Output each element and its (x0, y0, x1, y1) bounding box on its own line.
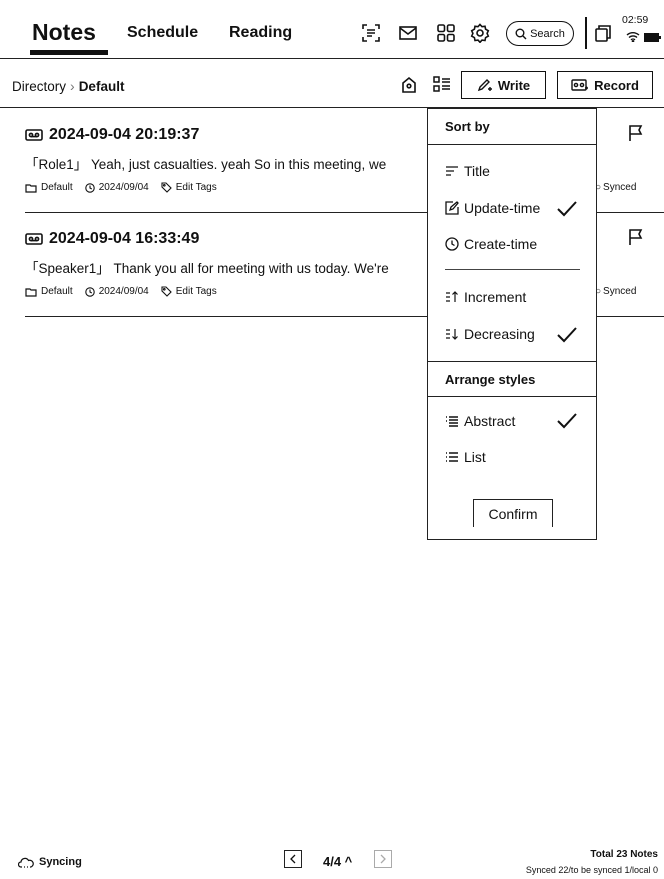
order-option-label: Decreasing (464, 326, 535, 342)
chevron-right-icon (380, 854, 386, 864)
scan-icon[interactable] (361, 23, 383, 45)
flag-icon[interactable] (628, 228, 644, 246)
edit-tags-link[interactable]: Edit Tags (176, 286, 217, 297)
recording-icon (25, 233, 43, 245)
note-meta: Default 2024/09/04 Edit Tags (25, 182, 217, 193)
recent-windows-icon[interactable] (593, 23, 615, 45)
write-label: Write (497, 77, 531, 93)
footer-bar: Syncing 4/4 ^ Total 23 Notes Synced 22/t… (0, 840, 664, 879)
toolbar-divider (585, 17, 587, 49)
sync-status: ○ Synced (595, 286, 636, 297)
flag-icon[interactable] (628, 124, 644, 142)
gear-icon[interactable] (470, 23, 492, 45)
sort-option-title[interactable]: Title (445, 163, 490, 179)
note-folder[interactable]: Default (41, 286, 73, 297)
checkmark-icon (557, 413, 577, 429)
search-button[interactable]: Search (506, 21, 574, 46)
note-folder[interactable]: Default (41, 182, 73, 193)
sync-status: ○ Synced (595, 182, 636, 193)
sort-option-label: Update-time (464, 200, 541, 216)
confirm-button[interactable]: Confirm (473, 499, 553, 527)
style-option-list[interactable]: List (445, 449, 486, 465)
note-title-row: 2024-09-04 20:19:37 (25, 126, 199, 144)
previous-page-button[interactable] (284, 850, 302, 868)
arrange-styles-heading: Arrange styles (428, 361, 596, 397)
folder-icon (25, 287, 37, 297)
sync-status-label: Syncing (39, 856, 82, 868)
checkmark-icon (557, 327, 577, 343)
chevron-right-icon: › (70, 78, 75, 94)
style-option-label: Abstract (464, 413, 516, 429)
abstract-list-icon (445, 415, 459, 427)
mail-icon[interactable] (398, 23, 420, 45)
note-title-row: 2024-09-04 16:33:49 (25, 230, 199, 248)
sort-by-heading: Sort by (428, 109, 596, 145)
battery-icon (644, 33, 661, 42)
active-tab-underline (30, 50, 108, 55)
sync-status-label: Synced (603, 286, 637, 297)
sort-descending-icon (445, 328, 459, 340)
sort-panel: Sort by Title Update-time Create-time In… (427, 108, 597, 540)
sort-option-create-time[interactable]: Create-time (445, 236, 537, 252)
breadcrumb-current: Default (78, 78, 125, 94)
total-notes: Total 23 Notes (590, 849, 658, 860)
edit-tag-icon (161, 182, 172, 193)
sync-indicator[interactable]: Syncing (18, 856, 82, 868)
sort-option-label: Title (464, 163, 490, 179)
clock-icon (84, 182, 95, 193)
sort-option-label: Create-time (464, 236, 538, 252)
search-label: Search (530, 27, 565, 40)
checkmark-icon (557, 201, 577, 217)
write-button[interactable]: Write (461, 71, 546, 99)
note-date: 2024/09/04 (98, 286, 149, 297)
note-title: 2024-09-04 20:19:37 (49, 126, 200, 143)
directory-bar: Directory › Default Write Record (0, 59, 664, 108)
style-option-label: List (464, 449, 486, 465)
apps-grid-icon[interactable] (436, 23, 458, 45)
order-option-increment[interactable]: Increment (445, 289, 526, 305)
sync-statistics: Synced 22/to be synced 1/local 0 (525, 865, 658, 875)
sort-option-update-time[interactable]: Update-time (445, 200, 540, 216)
note-excerpt: 「Role1」 Yeah, just casualties. yeah So i… (25, 157, 387, 172)
wifi-icon (626, 31, 640, 42)
sort-lines-icon (445, 165, 459, 177)
top-bar: Notes Schedule Reading Search 02:59 (0, 0, 664, 59)
chevron-left-icon (290, 854, 296, 864)
cloud-sync-icon (18, 857, 34, 868)
tab-notes[interactable]: Notes (32, 19, 96, 46)
edit-square-icon (445, 201, 459, 215)
edit-tags-link[interactable]: Edit Tags (176, 182, 217, 193)
order-option-decreasing[interactable]: Decreasing (445, 326, 535, 342)
sync-status-label: Synced (603, 182, 637, 193)
style-option-abstract[interactable]: Abstract (445, 413, 515, 429)
view-layout-icon[interactable] (433, 76, 451, 92)
note-title: 2024-09-04 16:33:49 (49, 230, 200, 247)
edit-tag-icon (161, 286, 172, 297)
list-icon (445, 451, 459, 463)
sort-ascending-icon (445, 291, 459, 303)
order-option-label: Increment (464, 289, 527, 305)
clock-icon (445, 237, 459, 251)
recorder-icon (571, 78, 589, 92)
note-excerpt: 「Speaker1」 Thank you all for meeting wit… (25, 261, 389, 276)
folder-icon (25, 183, 37, 193)
breadcrumb-root[interactable]: Directory (12, 79, 66, 94)
page-indicator[interactable]: 4/4 ^ (323, 854, 352, 869)
record-button[interactable]: Record (557, 71, 653, 99)
recording-icon (25, 129, 43, 141)
tag-filter-icon[interactable] (401, 76, 417, 94)
pen-add-icon (477, 78, 493, 92)
note-date: 2024/09/04 (98, 182, 149, 193)
search-icon (515, 28, 527, 40)
clock-icon (84, 286, 95, 297)
panel-divider (445, 269, 580, 270)
record-label: Record (594, 77, 639, 93)
clock: 02:59 (622, 14, 649, 26)
tab-reading[interactable]: Reading (229, 24, 292, 42)
note-meta: Default 2024/09/04 Edit Tags (25, 286, 217, 297)
tab-schedule[interactable]: Schedule (127, 24, 198, 42)
next-page-button[interactable] (374, 850, 392, 868)
breadcrumb: Directory › Default (12, 78, 124, 94)
